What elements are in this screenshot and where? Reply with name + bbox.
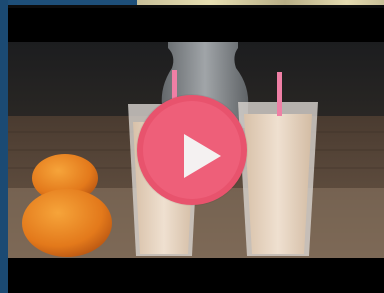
- video-player[interactable]: [0, 0, 384, 293]
- thumbnail-food: [137, 0, 384, 5]
- play-button[interactable]: [137, 95, 247, 205]
- play-icon: [184, 134, 221, 178]
- left-accent-bar: [0, 0, 8, 293]
- letterbox-top: [8, 8, 384, 42]
- thumbnail-blue: [0, 0, 137, 5]
- letterbox-bottom: [8, 258, 384, 293]
- play-button-inner: [143, 101, 241, 199]
- top-thumbnail-strip: [0, 0, 384, 8]
